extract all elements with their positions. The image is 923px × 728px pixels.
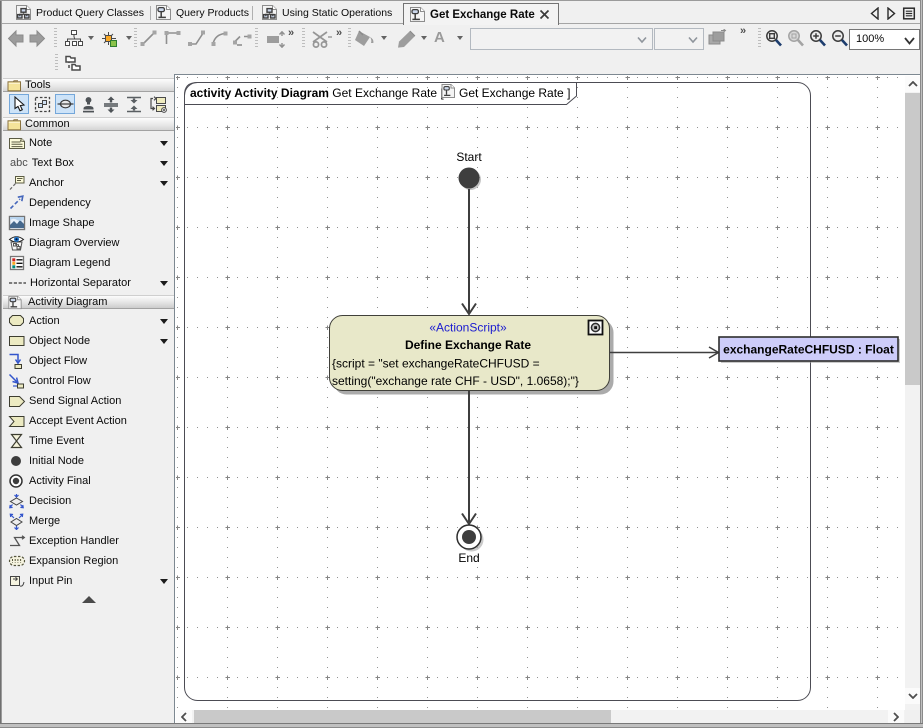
svg-text:{script = "set exchangeRateCHF: {script = "set exchangeRateCHFUSD =	[332, 357, 540, 371]
svg-text:Get Exchange Rate ]: Get Exchange Rate ]	[459, 86, 570, 100]
svg-text:exchangeRateCHFUSD : Float: exchangeRateCHFUSD : Float	[723, 343, 894, 357]
svg-text:setting("exchange rate CHF - U: setting("exchange rate CHF - USD", 1.065…	[332, 374, 579, 388]
svg-text:activity Activity Diagram Get: activity Activity Diagram Get Exchange R…	[190, 86, 444, 100]
svg-text:Define Exchange Rate: Define Exchange Rate	[405, 338, 531, 352]
svg-text:End: End	[458, 551, 479, 565]
svg-text:«ActionScript»: «ActionScript»	[429, 321, 507, 335]
svg-text:Start: Start	[456, 150, 482, 164]
